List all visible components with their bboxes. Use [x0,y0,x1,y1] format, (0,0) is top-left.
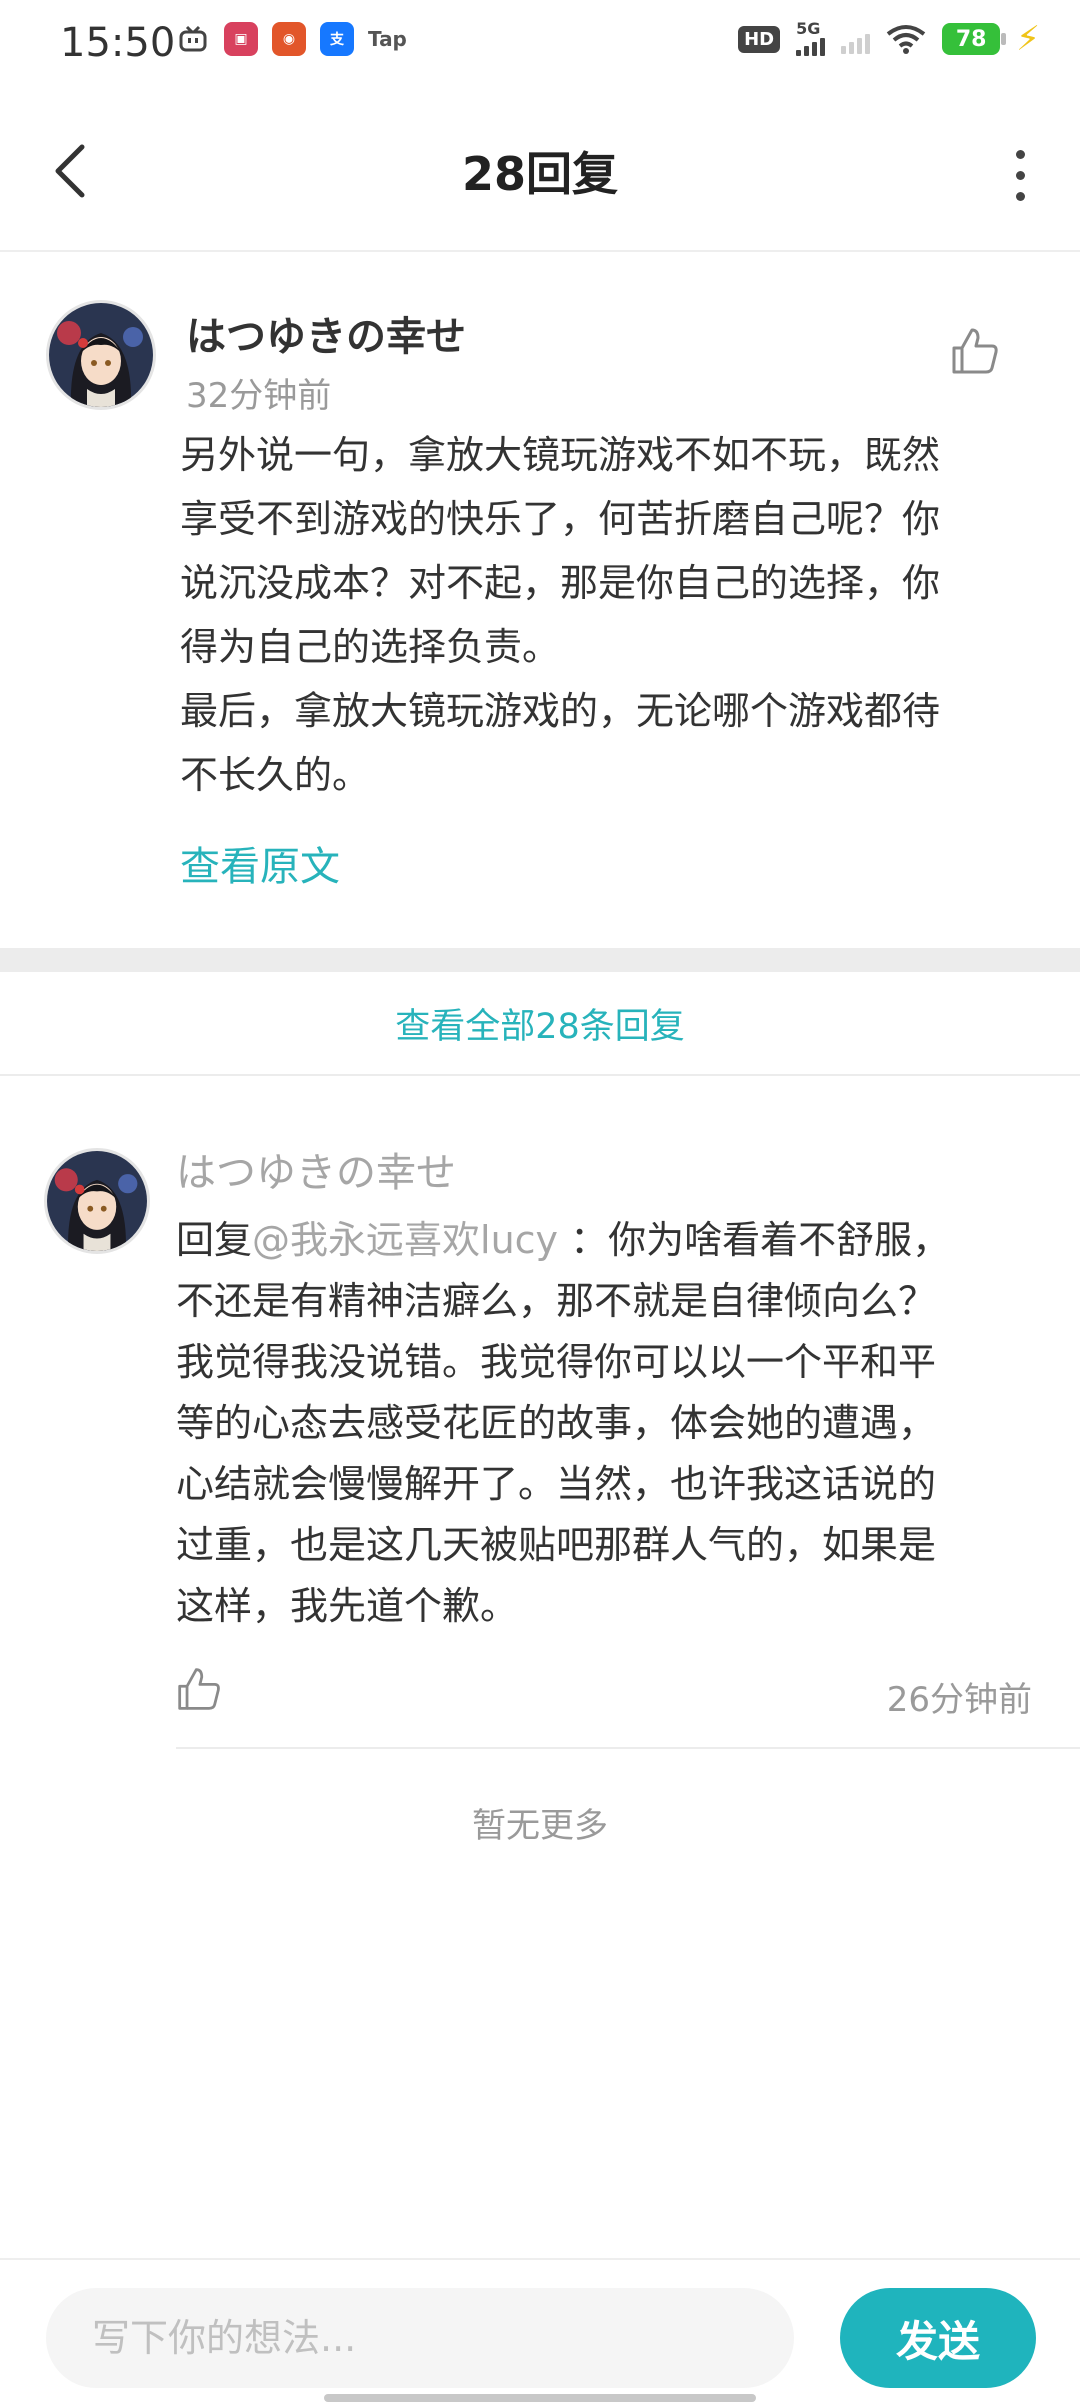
status-bar: 15:50 ▣ ◉ 支 Tap HD 5G 78 ⚡ [0,0,1080,90]
reply-prefix: 回复 [176,1218,253,1262]
reply-first-line: 回复@我永远喜欢lucy ：你为啥看着不舒服， [176,1210,1056,1271]
home-indicator[interactable] [324,2394,756,2402]
battery-icon: 78 [942,23,1007,55]
like-button[interactable] [950,326,1010,386]
no-more-text: 暂无更多 [472,1806,608,1846]
taptap-icon: Tap [368,27,407,51]
hd-badge: HD [738,25,781,53]
reply-first-line-text: ：你为啥看着不舒服， [558,1218,951,1262]
status-time: 15:50 [60,20,176,66]
reply-input[interactable] [46,2288,794,2388]
reply-line: 不还是有精神洁癖么，那不就是自律倾向么？ [176,1279,937,1323]
comment-body: 另外说一句，拿放大镜玩游戏不如不玩，既然 享受不到游戏的快乐了，何苦折磨自己呢？… [180,423,1030,807]
comment-line: 最后，拿放大镜玩游戏的，无论哪个游戏都待 [180,689,941,733]
comment-line: 不长久的。 [180,753,371,797]
status-app-icons: ▣ ◉ 支 Tap [176,22,407,56]
reply-like-button[interactable] [176,1666,236,1726]
send-button[interactable]: 发送 [840,2288,1036,2388]
reply-line: 我觉得我没说错。我觉得你可以以一个平和平 [176,1340,937,1384]
comment-username[interactable]: はつゆきの幸せ [186,304,466,362]
app-badge-icon: ▣ [224,22,258,56]
network-label: 5G [796,19,821,38]
signal-2-icon [841,24,871,54]
section-divider [0,948,1080,972]
comment-line: 另外说一句，拿放大镜玩游戏不如不玩，既然 [180,433,941,477]
status-indicators: HD 5G 78 ⚡ [738,19,1040,59]
comment-line: 说沉没成本？对不起，那是你自己的选择，你 [180,561,941,605]
tv-icon [176,22,210,56]
reply-body: 回复@我永远喜欢lucy ：你为啥看着不舒服， 不还是有精神洁癖么，那不就是自律… [176,1210,1056,1637]
comment-time: 32分钟前 [186,376,332,416]
reply-line: 心结就会慢慢解开了。当然，也许我这话说的 [176,1462,937,1506]
reply-line: 等的心态去感受花匠的故事，体会她的遭遇， [176,1401,937,1445]
avatar[interactable] [46,300,156,410]
view-all-replies-link[interactable]: 查看全部28条回复 [0,972,1080,1076]
page-title: 28回复 [461,147,618,201]
wifi-icon [886,25,926,54]
reply-avatar[interactable] [44,1148,150,1254]
mention-link[interactable]: @我永远喜欢lucy [252,1218,558,1262]
reply-username[interactable]: はつゆきの幸せ [176,1140,456,1198]
comment-line: 得为自己的选择负责。 [180,625,561,669]
view-original-link[interactable]: 查看原文 [180,834,340,892]
divider [176,1747,1080,1749]
alipay-icon: 支 [320,22,354,56]
reply-line: 过重，也是这几天被贴吧那群人气的，如果是 [176,1523,937,1567]
header: 28回复 [0,90,1080,252]
thumbs-up-icon [178,1668,220,1710]
charging-icon: ⚡ [1016,19,1040,59]
thumbs-up-icon [952,328,998,374]
signal-icon: 5G [796,19,826,56]
game-icon: ◉ [272,22,306,56]
reply-line: 这样，我先道个歉。 [176,1584,519,1628]
comment-line: 享受不到游戏的快乐了，何苦折磨自己呢？你 [180,497,941,541]
compose-bar: 发送 [0,2258,1080,2408]
more-button[interactable] [990,140,1050,210]
more-icon [1015,149,1025,159]
reply-time: 26分钟前 [886,1680,1032,1720]
